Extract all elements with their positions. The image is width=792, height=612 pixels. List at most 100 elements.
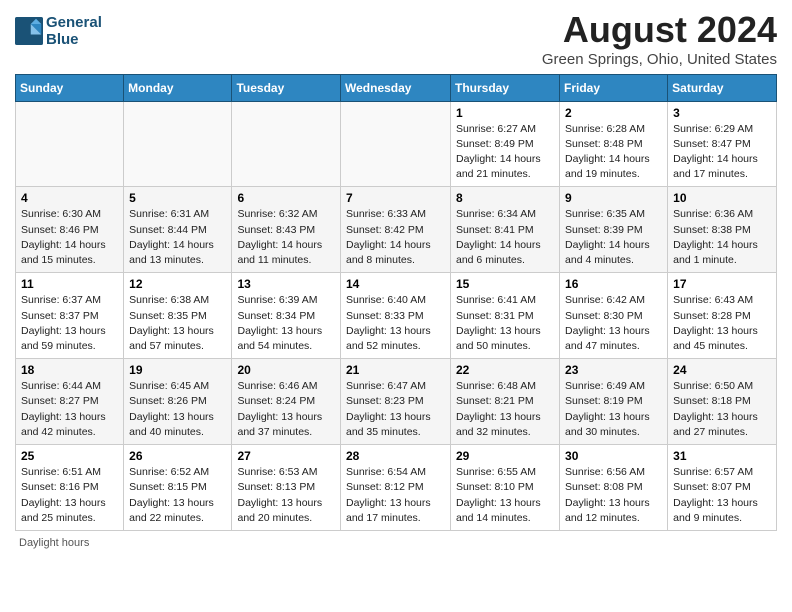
calendar-cell: 13 Sunrise: 6:39 AM Sunset: 8:34 PM Dayli… bbox=[232, 273, 341, 359]
logo: General Blue bbox=[15, 14, 102, 49]
day-info: Sunrise: 6:41 AM Sunset: 8:31 PM Dayligh… bbox=[456, 293, 554, 354]
day-number: 17 bbox=[673, 277, 771, 291]
day-of-week-friday: Friday bbox=[560, 74, 668, 101]
day-info: Sunrise: 6:39 AM Sunset: 8:34 PM Dayligh… bbox=[237, 293, 335, 354]
day-info: Sunrise: 6:46 AM Sunset: 8:24 PM Dayligh… bbox=[237, 379, 335, 440]
day-number: 13 bbox=[237, 277, 335, 291]
calendar-cell: 28 Sunrise: 6:54 AM Sunset: 8:12 PM Dayli… bbox=[341, 445, 451, 531]
calendar-cell: 12Sunrise: 6:38 AM Sunset: 8:35 PM Dayli… bbox=[124, 273, 232, 359]
day-number: 6 bbox=[237, 191, 335, 205]
calendar-cell: 26Sunrise: 6:52 AM Sunset: 8:15 PM Dayli… bbox=[124, 445, 232, 531]
calendar-cell bbox=[232, 101, 341, 187]
day-number: 1 bbox=[456, 106, 554, 120]
day-info: Sunrise: 6:51 AM Sunset: 8:16 PM Dayligh… bbox=[21, 465, 118, 526]
day-info: Sunrise: 6:47 AM Sunset: 8:23 PM Dayligh… bbox=[346, 379, 445, 440]
day-info: Sunrise: 6:32 AM Sunset: 8:43 PM Dayligh… bbox=[237, 207, 335, 268]
page: General Blue August 2024 Green Springs, … bbox=[0, 0, 792, 559]
day-number: 14 bbox=[346, 277, 445, 291]
week-row-1: 4 Sunrise: 6:30 AM Sunset: 8:46 PM Daylig… bbox=[16, 187, 777, 273]
day-info: Sunrise: 6:42 AM Sunset: 8:30 PM Dayligh… bbox=[565, 293, 662, 354]
month-title: August 2024 bbox=[542, 10, 777, 50]
logo-icon bbox=[15, 17, 43, 45]
calendar-cell: 6 Sunrise: 6:32 AM Sunset: 8:43 PM Daylig… bbox=[232, 187, 341, 273]
week-row-4: 25 Sunrise: 6:51 AM Sunset: 8:16 PM Dayli… bbox=[16, 445, 777, 531]
day-of-week-monday: Monday bbox=[124, 74, 232, 101]
day-number: 8 bbox=[456, 191, 554, 205]
day-of-week-wednesday: Wednesday bbox=[341, 74, 451, 101]
calendar-cell: 20Sunrise: 6:46 AM Sunset: 8:24 PM Dayli… bbox=[232, 359, 341, 445]
day-info: Sunrise: 6:48 AM Sunset: 8:21 PM Dayligh… bbox=[456, 379, 554, 440]
day-info: Sunrise: 6:40 AM Sunset: 8:33 PM Dayligh… bbox=[346, 293, 445, 354]
day-info: Sunrise: 6:56 AM Sunset: 8:08 PM Dayligh… bbox=[565, 465, 662, 526]
calendar-table: SundayMondayTuesdayWednesdayThursdayFrid… bbox=[15, 74, 777, 531]
logo-line2: Blue bbox=[46, 31, 102, 48]
calendar-cell: 15Sunrise: 6:41 AM Sunset: 8:31 PM Dayli… bbox=[451, 273, 560, 359]
day-of-week-sunday: Sunday bbox=[16, 74, 124, 101]
day-of-week-saturday: Saturday bbox=[668, 74, 777, 101]
calendar-cell: 9Sunrise: 6:35 AM Sunset: 8:39 PM Daylig… bbox=[560, 187, 668, 273]
calendar-cell: 21 Sunrise: 6:47 AM Sunset: 8:23 PM Dayli… bbox=[341, 359, 451, 445]
calendar-cell: 25 Sunrise: 6:51 AM Sunset: 8:16 PM Dayli… bbox=[16, 445, 124, 531]
day-info: Sunrise: 6:43 AM Sunset: 8:28 PM Dayligh… bbox=[673, 293, 771, 354]
day-info: Sunrise: 6:33 AM Sunset: 8:42 PM Dayligh… bbox=[346, 207, 445, 268]
logo-text: General Blue bbox=[46, 14, 102, 49]
week-row-3: 18Sunrise: 6:44 AM Sunset: 8:27 PM Dayli… bbox=[16, 359, 777, 445]
day-info: Sunrise: 6:34 AM Sunset: 8:41 PM Dayligh… bbox=[456, 207, 554, 268]
calendar-cell bbox=[341, 101, 451, 187]
day-number: 28 bbox=[346, 449, 445, 463]
day-number: 30 bbox=[565, 449, 662, 463]
calendar-cell: 29Sunrise: 6:55 AM Sunset: 8:10 PM Dayli… bbox=[451, 445, 560, 531]
day-number: 16 bbox=[565, 277, 662, 291]
calendar-cell: 11 Sunrise: 6:37 AM Sunset: 8:37 PM Dayli… bbox=[16, 273, 124, 359]
calendar-cell: 27 Sunrise: 6:53 AM Sunset: 8:13 PM Dayli… bbox=[232, 445, 341, 531]
day-info: Sunrise: 6:53 AM Sunset: 8:13 PM Dayligh… bbox=[237, 465, 335, 526]
day-info: Sunrise: 6:57 AM Sunset: 8:07 PM Dayligh… bbox=[673, 465, 771, 526]
day-info: Sunrise: 6:44 AM Sunset: 8:27 PM Dayligh… bbox=[21, 379, 118, 440]
calendar-cell: 31 Sunrise: 6:57 AM Sunset: 8:07 PM Dayli… bbox=[668, 445, 777, 531]
day-number: 11 bbox=[21, 277, 118, 291]
calendar-cell: 17 Sunrise: 6:43 AM Sunset: 8:28 PM Dayli… bbox=[668, 273, 777, 359]
day-info: Sunrise: 6:52 AM Sunset: 8:15 PM Dayligh… bbox=[129, 465, 226, 526]
calendar-header-row: SundayMondayTuesdayWednesdayThursdayFrid… bbox=[16, 74, 777, 101]
day-number: 12 bbox=[129, 277, 226, 291]
day-number: 22 bbox=[456, 363, 554, 377]
day-number: 25 bbox=[21, 449, 118, 463]
day-number: 24 bbox=[673, 363, 771, 377]
location: Green Springs, Ohio, United States bbox=[542, 51, 777, 68]
calendar-cell: 4 Sunrise: 6:30 AM Sunset: 8:46 PM Daylig… bbox=[16, 187, 124, 273]
calendar-cell: 10 Sunrise: 6:36 AM Sunset: 8:38 PM Dayli… bbox=[668, 187, 777, 273]
day-number: 4 bbox=[21, 191, 118, 205]
day-info: Sunrise: 6:50 AM Sunset: 8:18 PM Dayligh… bbox=[673, 379, 771, 440]
day-number: 27 bbox=[237, 449, 335, 463]
calendar-cell: 14 Sunrise: 6:40 AM Sunset: 8:33 PM Dayli… bbox=[341, 273, 451, 359]
day-info: Sunrise: 6:35 AM Sunset: 8:39 PM Dayligh… bbox=[565, 207, 662, 268]
day-number: 5 bbox=[129, 191, 226, 205]
day-number: 19 bbox=[129, 363, 226, 377]
calendar-cell: 23Sunrise: 6:49 AM Sunset: 8:19 PM Dayli… bbox=[560, 359, 668, 445]
day-number: 7 bbox=[346, 191, 445, 205]
day-number: 3 bbox=[673, 106, 771, 120]
day-info: Sunrise: 6:54 AM Sunset: 8:12 PM Dayligh… bbox=[346, 465, 445, 526]
day-number: 10 bbox=[673, 191, 771, 205]
day-info: Sunrise: 6:36 AM Sunset: 8:38 PM Dayligh… bbox=[673, 207, 771, 268]
header: General Blue August 2024 Green Springs, … bbox=[15, 10, 777, 68]
title-block: August 2024 Green Springs, Ohio, United … bbox=[542, 10, 777, 68]
calendar-cell: 2Sunrise: 6:28 AM Sunset: 8:48 PM Daylig… bbox=[560, 101, 668, 187]
calendar-cell: 5Sunrise: 6:31 AM Sunset: 8:44 PM Daylig… bbox=[124, 187, 232, 273]
day-info: Sunrise: 6:37 AM Sunset: 8:37 PM Dayligh… bbox=[21, 293, 118, 354]
day-info: Sunrise: 6:27 AM Sunset: 8:49 PM Dayligh… bbox=[456, 122, 554, 183]
day-info: Sunrise: 6:30 AM Sunset: 8:46 PM Dayligh… bbox=[21, 207, 118, 268]
day-info: Sunrise: 6:45 AM Sunset: 8:26 PM Dayligh… bbox=[129, 379, 226, 440]
logo-line1: General bbox=[46, 14, 102, 31]
day-info: Sunrise: 6:49 AM Sunset: 8:19 PM Dayligh… bbox=[565, 379, 662, 440]
calendar-cell: 22 Sunrise: 6:48 AM Sunset: 8:21 PM Dayli… bbox=[451, 359, 560, 445]
day-number: 31 bbox=[673, 449, 771, 463]
calendar-cell: 8 Sunrise: 6:34 AM Sunset: 8:41 PM Daylig… bbox=[451, 187, 560, 273]
calendar-cell: 16 Sunrise: 6:42 AM Sunset: 8:30 PM Dayli… bbox=[560, 273, 668, 359]
calendar-cell: 19 Sunrise: 6:45 AM Sunset: 8:26 PM Dayli… bbox=[124, 359, 232, 445]
calendar-cell: 30 Sunrise: 6:56 AM Sunset: 8:08 PM Dayli… bbox=[560, 445, 668, 531]
calendar-cell: 7 Sunrise: 6:33 AM Sunset: 8:42 PM Daylig… bbox=[341, 187, 451, 273]
day-number: 21 bbox=[346, 363, 445, 377]
day-of-week-thursday: Thursday bbox=[451, 74, 560, 101]
calendar-cell: 18Sunrise: 6:44 AM Sunset: 8:27 PM Dayli… bbox=[16, 359, 124, 445]
